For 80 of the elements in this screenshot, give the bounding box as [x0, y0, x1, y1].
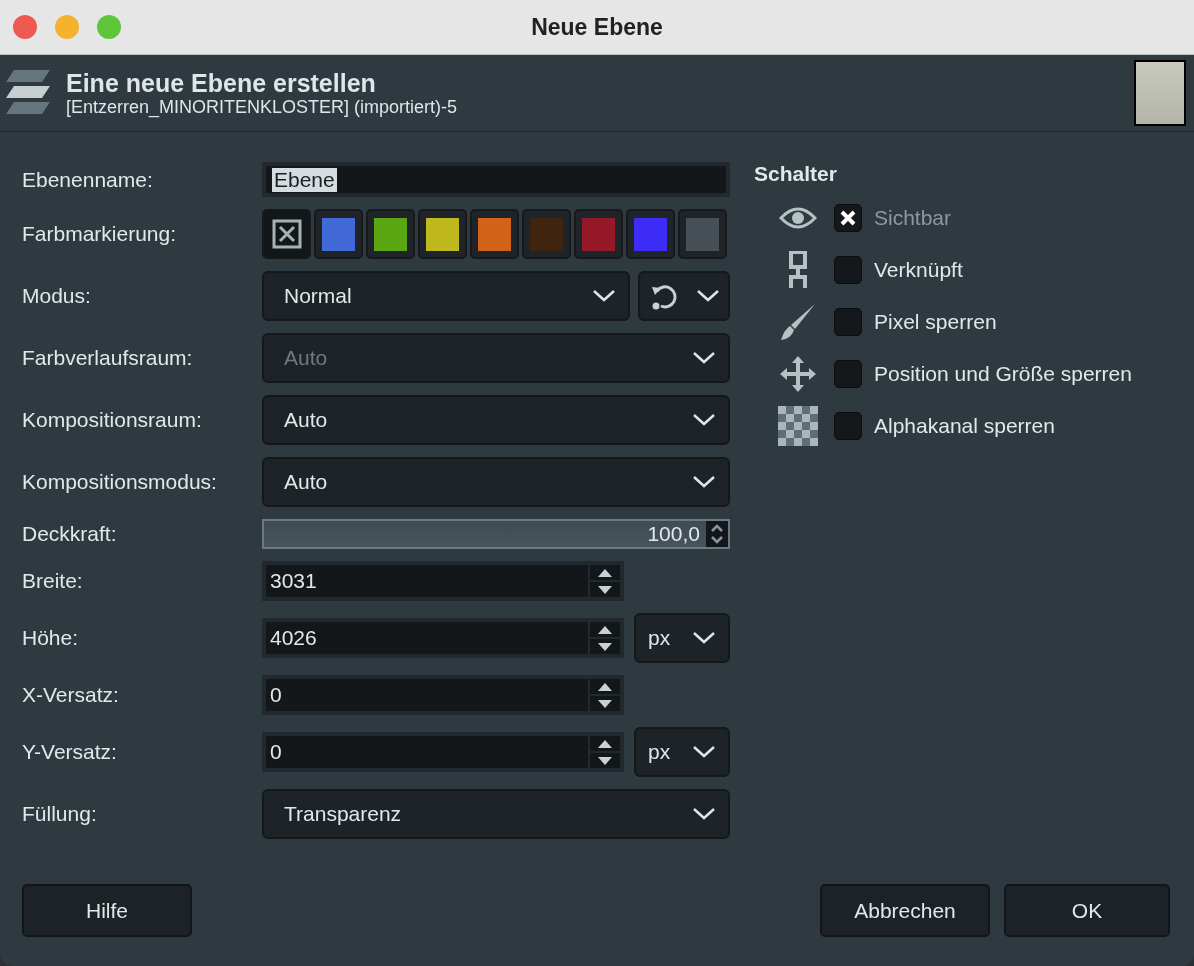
caret-icon	[692, 745, 716, 759]
caret-icon	[592, 289, 616, 303]
dropdown[interactable]: Transparenz	[262, 789, 730, 839]
brush-icon	[779, 303, 817, 341]
field-label: Y-Versatz:	[22, 740, 118, 764]
close-button[interactable]	[13, 15, 37, 39]
field-label: Kompositionsmodus:	[22, 470, 218, 494]
photo-placeholder	[1134, 60, 1186, 126]
number-field[interactable]: 3031	[262, 561, 624, 601]
field-label: Füllung:	[22, 802, 98, 826]
field-label: Höhe:	[22, 626, 80, 650]
checkbox-label: Verknüpft	[874, 258, 963, 282]
layer-name-field[interactable]: Ebene	[262, 162, 730, 197]
checkbox-label: Position und Größe sperren	[874, 362, 1132, 386]
unit-dropdown[interactable]: px	[634, 613, 730, 663]
caret-icon	[692, 351, 716, 365]
color-tag-button[interactable]	[626, 209, 675, 259]
checkbox[interactable]	[834, 360, 862, 388]
eye-icon	[779, 206, 817, 230]
checkerboard-icon	[778, 406, 818, 446]
no-color-icon	[271, 219, 302, 249]
decrement-button[interactable]	[590, 694, 620, 711]
decrement-button[interactable]	[590, 751, 620, 768]
up-arrow-icon	[598, 625, 612, 634]
dropdown[interactable]: Auto	[262, 457, 730, 507]
color-tag-button[interactable]	[678, 209, 727, 259]
mode-dropdown[interactable]: Normal	[262, 271, 630, 321]
unit-dropdown[interactable]: px	[634, 727, 730, 777]
checkbox[interactable]	[834, 412, 862, 440]
checkbox-label: Pixel sperren	[874, 310, 997, 334]
number-field[interactable]: 0	[262, 732, 624, 772]
help-button[interactable]: Hilfe	[22, 884, 192, 937]
opacity-slider[interactable]: 100,0	[262, 519, 730, 549]
caret-icon	[692, 631, 716, 645]
field-label: Farbverlaufsraum:	[22, 346, 194, 370]
move-icon	[778, 354, 818, 394]
section-heading: Schalter	[754, 162, 838, 186]
image-name: [Entzerren_MINORITENKLOSTER] (importiert)-5	[66, 96, 459, 118]
number-field[interactable]: 4026	[262, 618, 624, 658]
color-tag-button[interactable]	[418, 209, 467, 259]
field-label: Ebenenname:	[22, 167, 154, 192]
checkbox[interactable]	[834, 256, 862, 284]
dialog-heading: Eine neue Ebene erstellen	[66, 68, 377, 97]
caret-icon	[692, 413, 716, 427]
down-arrow-icon	[598, 699, 612, 708]
color-tag-button[interactable]	[574, 209, 623, 259]
caret-icon	[692, 475, 716, 489]
down-arrow-icon	[598, 642, 612, 651]
cross-icon	[840, 210, 856, 226]
field-label: Deckkraft:	[22, 522, 118, 546]
color-tag-button[interactable]	[262, 209, 311, 259]
color-tag-button[interactable]	[366, 209, 415, 259]
number-field[interactable]: 0	[262, 675, 624, 715]
up-arrow-icon	[598, 568, 612, 577]
up-arrow-icon	[598, 739, 612, 748]
color-tag-button[interactable]	[470, 209, 519, 259]
caret-icon	[695, 289, 720, 303]
spin-arrows-icon[interactable]	[706, 521, 728, 547]
field-label: Kompositionsraum:	[22, 408, 203, 432]
color-tag-button[interactable]	[522, 209, 571, 259]
dialog-button[interactable]: Abbrechen	[820, 884, 990, 937]
checkbox-label: Sichtbar	[874, 206, 952, 230]
window-title: Neue Ebene	[531, 13, 663, 41]
dialog-button[interactable]: OK	[1004, 884, 1170, 937]
dropdown[interactable]: Auto	[262, 395, 730, 445]
field-label: Modus:	[22, 284, 92, 308]
mode-reset-button[interactable]	[638, 271, 730, 321]
field-label: X-Versatz:	[22, 683, 120, 707]
field-label: Breite:	[22, 569, 84, 593]
color-tag-button[interactable]	[314, 209, 363, 259]
up-arrow-icon	[598, 682, 612, 691]
down-arrow-icon	[598, 585, 612, 594]
checkbox[interactable]	[834, 308, 862, 336]
caret-icon	[692, 807, 716, 821]
chain-icon	[788, 251, 808, 289]
field-label: Farbmarkierung:	[22, 222, 178, 246]
decrement-button[interactable]	[590, 637, 620, 654]
decrement-button[interactable]	[590, 580, 620, 597]
down-arrow-icon	[598, 756, 612, 765]
checkbox-label: Alphakanal sperren	[874, 414, 1055, 438]
